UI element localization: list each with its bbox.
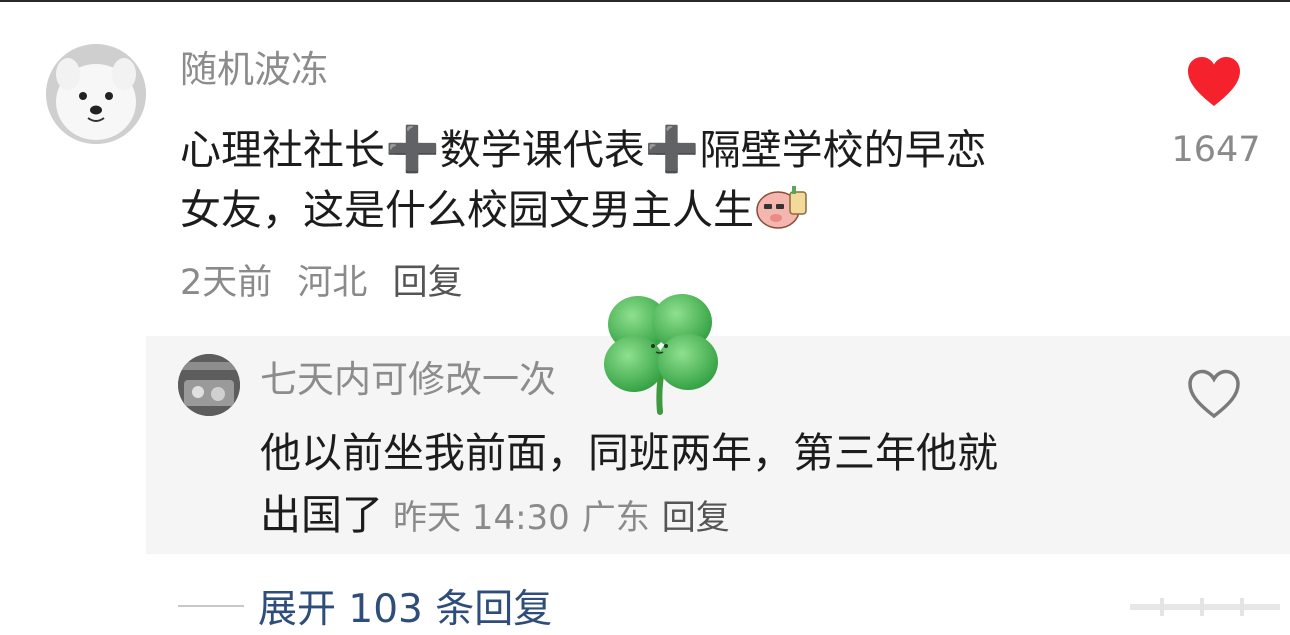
comment-text-segment: 心理社社长 bbox=[180, 126, 385, 174]
reply-username[interactable]: 七天内可修改一次 bbox=[260, 354, 556, 406]
comment-meta: 2天前 河北 回复 bbox=[180, 258, 477, 308]
reply-time: 昨天 14:30 bbox=[393, 498, 570, 538]
reply-text-line: 出国了 bbox=[260, 491, 383, 539]
avatar[interactable] bbox=[46, 44, 146, 144]
reply-location: 广东 bbox=[581, 498, 650, 538]
top-divider bbox=[0, 0, 1290, 2]
expand-replies[interactable]: 展开 103 条回复 bbox=[178, 578, 552, 634]
reply-button[interactable]: 回复 bbox=[393, 263, 463, 303]
reply-like-button[interactable] bbox=[1186, 368, 1242, 420]
comment-text-segment: 隔壁学校的早恋 bbox=[699, 126, 987, 174]
expand-replies-label[interactable]: 展开 103 条回复 bbox=[258, 578, 552, 634]
heart-outline-icon bbox=[1188, 369, 1240, 419]
four-leaf-clover-icon bbox=[604, 294, 718, 415]
reply-avatar-image-icon bbox=[178, 354, 240, 416]
pig-emoji-icon bbox=[756, 186, 807, 229]
like-button[interactable] bbox=[1186, 56, 1242, 108]
reply-reply-button[interactable]: 回复 bbox=[662, 498, 730, 538]
comment-text: 心理社社长➕数学课代表➕隔壁学校的早恋 女友，这是什么校园文男主人生 bbox=[180, 120, 1140, 240]
reply-avatar[interactable] bbox=[178, 354, 240, 416]
comment-location: 河北 bbox=[297, 263, 368, 303]
reply-text-line: 他以前坐我前面，同班两年，第三年他就 bbox=[260, 429, 998, 477]
plus-icon: ➕ bbox=[644, 124, 700, 175]
heart-filled-icon bbox=[1188, 57, 1240, 106]
samoyed-avatar-icon bbox=[46, 44, 146, 144]
expand-divider bbox=[178, 605, 244, 607]
reply-text: 他以前坐我前面，同班两年，第三年他就 出国了 昨天 14:30 广东 回复 bbox=[260, 422, 1160, 546]
plus-icon: ➕ bbox=[385, 124, 440, 175]
comment-text-segment: 数学课代表 bbox=[439, 126, 645, 174]
comment-time: 2天前 bbox=[180, 263, 273, 303]
watermark-icon bbox=[1130, 598, 1280, 616]
reply-meta: 昨天 14:30 广东 回复 bbox=[393, 498, 742, 538]
like-count: 1647 bbox=[1171, 130, 1261, 170]
comment-text-segment: 女友，这是什么校园文男主人生 bbox=[180, 186, 754, 234]
clover-sticker bbox=[596, 290, 726, 422]
comment-username[interactable]: 随机波冻 bbox=[180, 44, 328, 96]
